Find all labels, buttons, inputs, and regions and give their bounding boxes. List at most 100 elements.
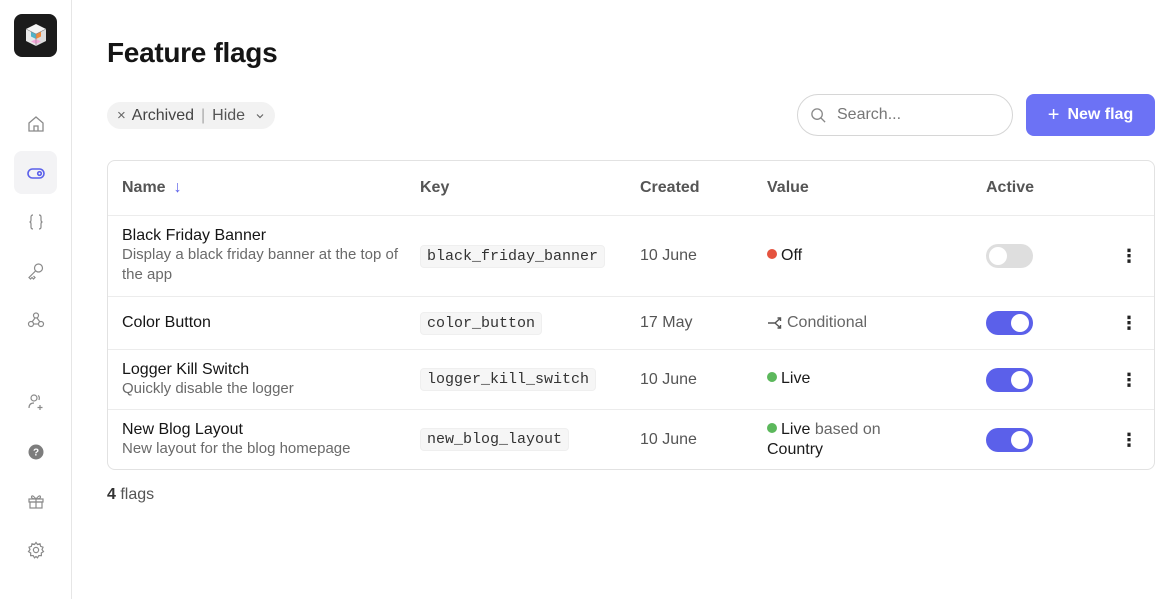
active-toggle-cell — [986, 297, 1033, 349]
toggle-icon — [26, 167, 45, 179]
active-toggle[interactable] — [986, 367, 1033, 392]
row-actions-cell: ⋮ — [1120, 410, 1138, 469]
toggle-knob — [1011, 430, 1029, 449]
cube-logo-icon — [25, 23, 46, 46]
branch-icon — [768, 317, 782, 329]
flag-created: 10 June — [640, 430, 697, 448]
gear-icon — [27, 541, 44, 559]
new-flag-label: New flag — [1067, 106, 1134, 123]
filter-value: Hide — [212, 106, 246, 124]
search-box — [797, 94, 1013, 136]
app-logo[interactable] — [14, 14, 57, 57]
flag-created: 10 June — [640, 247, 697, 264]
sidebar: ? — [0, 0, 72, 599]
sidebar-item-webhooks[interactable] — [14, 298, 57, 341]
sidebar-item-keys[interactable] — [14, 249, 57, 292]
flag-value: Off — [767, 216, 802, 296]
active-toggle-cell — [986, 216, 1033, 296]
table-row[interactable]: Logger Kill Switch Quickly disable the l… — [108, 349, 1154, 409]
clear-filter-icon[interactable]: × — [117, 107, 126, 124]
filter-separator: | — [201, 106, 206, 124]
more-options-icon[interactable]: ⋮ — [1120, 431, 1138, 449]
flag-created: 17 May — [640, 314, 693, 331]
active-toggle[interactable] — [986, 311, 1033, 335]
table-row[interactable]: Color Button color_button 17 May Conditi… — [108, 296, 1154, 349]
new-flag-button[interactable]: + New flag — [1026, 94, 1155, 136]
status-live-dot-icon — [767, 372, 777, 382]
table-row[interactable]: Black Friday Banner Display a black frid… — [108, 215, 1154, 296]
flag-key-cell: color_button — [420, 297, 543, 349]
more-options-icon[interactable]: ⋮ — [1120, 371, 1138, 389]
user-plus-icon — [27, 393, 42, 410]
flag-key: logger_kill_switch — [420, 368, 597, 391]
column-header-name[interactable]: Name ↓ — [122, 161, 182, 215]
flags-table: Name ↓ Key Created Value Active Black Fr… — [107, 160, 1155, 470]
toggle-knob — [1011, 314, 1029, 332]
flag-key: black_friday_banner — [420, 244, 606, 268]
active-toggle-cell — [986, 350, 1033, 409]
filter-label: Archived — [131, 106, 195, 124]
key-icon — [27, 262, 43, 280]
flag-key-cell: black_friday_banner — [420, 216, 606, 296]
help-circle-icon: ? — [28, 444, 43, 459]
value-label: Off — [781, 247, 803, 264]
home-icon — [27, 115, 44, 132]
active-toggle[interactable] — [986, 427, 1033, 452]
more-options-icon[interactable]: ⋮ — [1120, 247, 1138, 265]
row-actions-cell: ⋮ — [1120, 297, 1138, 349]
table-header: Name ↓ Key Created Value Active — [108, 161, 1154, 215]
sidebar-item-whats-new[interactable] — [14, 479, 57, 522]
search-input[interactable] — [837, 106, 987, 124]
flag-name-cell: Logger Kill Switch Quickly disable the l… — [122, 350, 402, 409]
flag-key: color_button — [420, 311, 543, 335]
svg-text:?: ? — [32, 447, 38, 458]
archived-filter-chip[interactable]: × Archived | Hide — [107, 102, 276, 129]
flag-name: New Blog Layout — [122, 420, 243, 438]
column-header-value[interactable]: Value — [767, 161, 809, 215]
flag-count-label: flags — [120, 486, 155, 503]
active-toggle-cell — [986, 410, 1033, 469]
sidebar-item-home[interactable] — [14, 102, 57, 145]
search-icon — [811, 107, 826, 123]
page-title: Feature flags — [107, 37, 278, 68]
table-row[interactable]: New Blog Layout New layout for the blog … — [108, 409, 1154, 469]
sidebar-item-settings[interactable] — [14, 528, 57, 571]
status-live-dot-icon — [767, 423, 777, 433]
flag-key-cell: logger_kill_switch — [420, 350, 597, 409]
chevron-down-icon — [256, 113, 264, 118]
more-options-icon[interactable]: ⋮ — [1120, 314, 1138, 332]
flag-count-number: 4 — [107, 486, 116, 503]
flag-description: New layout for the blog homepage — [122, 439, 351, 457]
toggle-knob — [989, 247, 1007, 265]
column-header-created[interactable]: Created — [640, 161, 700, 215]
braces-icon — [28, 213, 43, 230]
sidebar-item-help[interactable]: ? — [14, 430, 57, 473]
sidebar-item-configs[interactable] — [14, 200, 57, 243]
column-header-active[interactable]: Active — [986, 161, 1034, 215]
row-actions-cell: ⋮ — [1120, 350, 1138, 409]
gift-icon — [27, 494, 44, 509]
value-label: Live — [781, 421, 811, 438]
row-actions-cell: ⋮ — [1120, 216, 1138, 296]
value-suffix: based on — [814, 421, 881, 438]
flag-value: Conditional — [767, 297, 867, 349]
flag-key-cell: new_blog_layout — [420, 410, 570, 469]
flag-value: Live — [767, 350, 810, 409]
flag-description: Display a black friday banner at the top… — [122, 246, 398, 283]
flag-description: Quickly disable the logger — [122, 379, 294, 397]
flag-name-cell: Color Button — [122, 297, 402, 349]
sidebar-item-invite-users[interactable] — [14, 380, 57, 423]
status-off-dot-icon — [767, 249, 777, 259]
plus-icon: + — [1047, 104, 1060, 126]
column-header-key[interactable]: Key — [420, 161, 449, 215]
flag-name-cell: New Blog Layout New layout for the blog … — [122, 410, 402, 469]
value-label: Conditional — [787, 314, 868, 331]
toggle-knob — [1011, 370, 1029, 389]
value-label: Live — [781, 370, 811, 387]
active-toggle[interactable] — [986, 244, 1033, 268]
sidebar-item-feature-flags[interactable] — [14, 151, 57, 194]
sort-arrow-down-icon: ↓ — [173, 179, 182, 196]
flag-name: Logger Kill Switch — [122, 360, 250, 378]
flag-created: 10 June — [640, 370, 697, 388]
flag-key: new_blog_layout — [420, 428, 570, 451]
